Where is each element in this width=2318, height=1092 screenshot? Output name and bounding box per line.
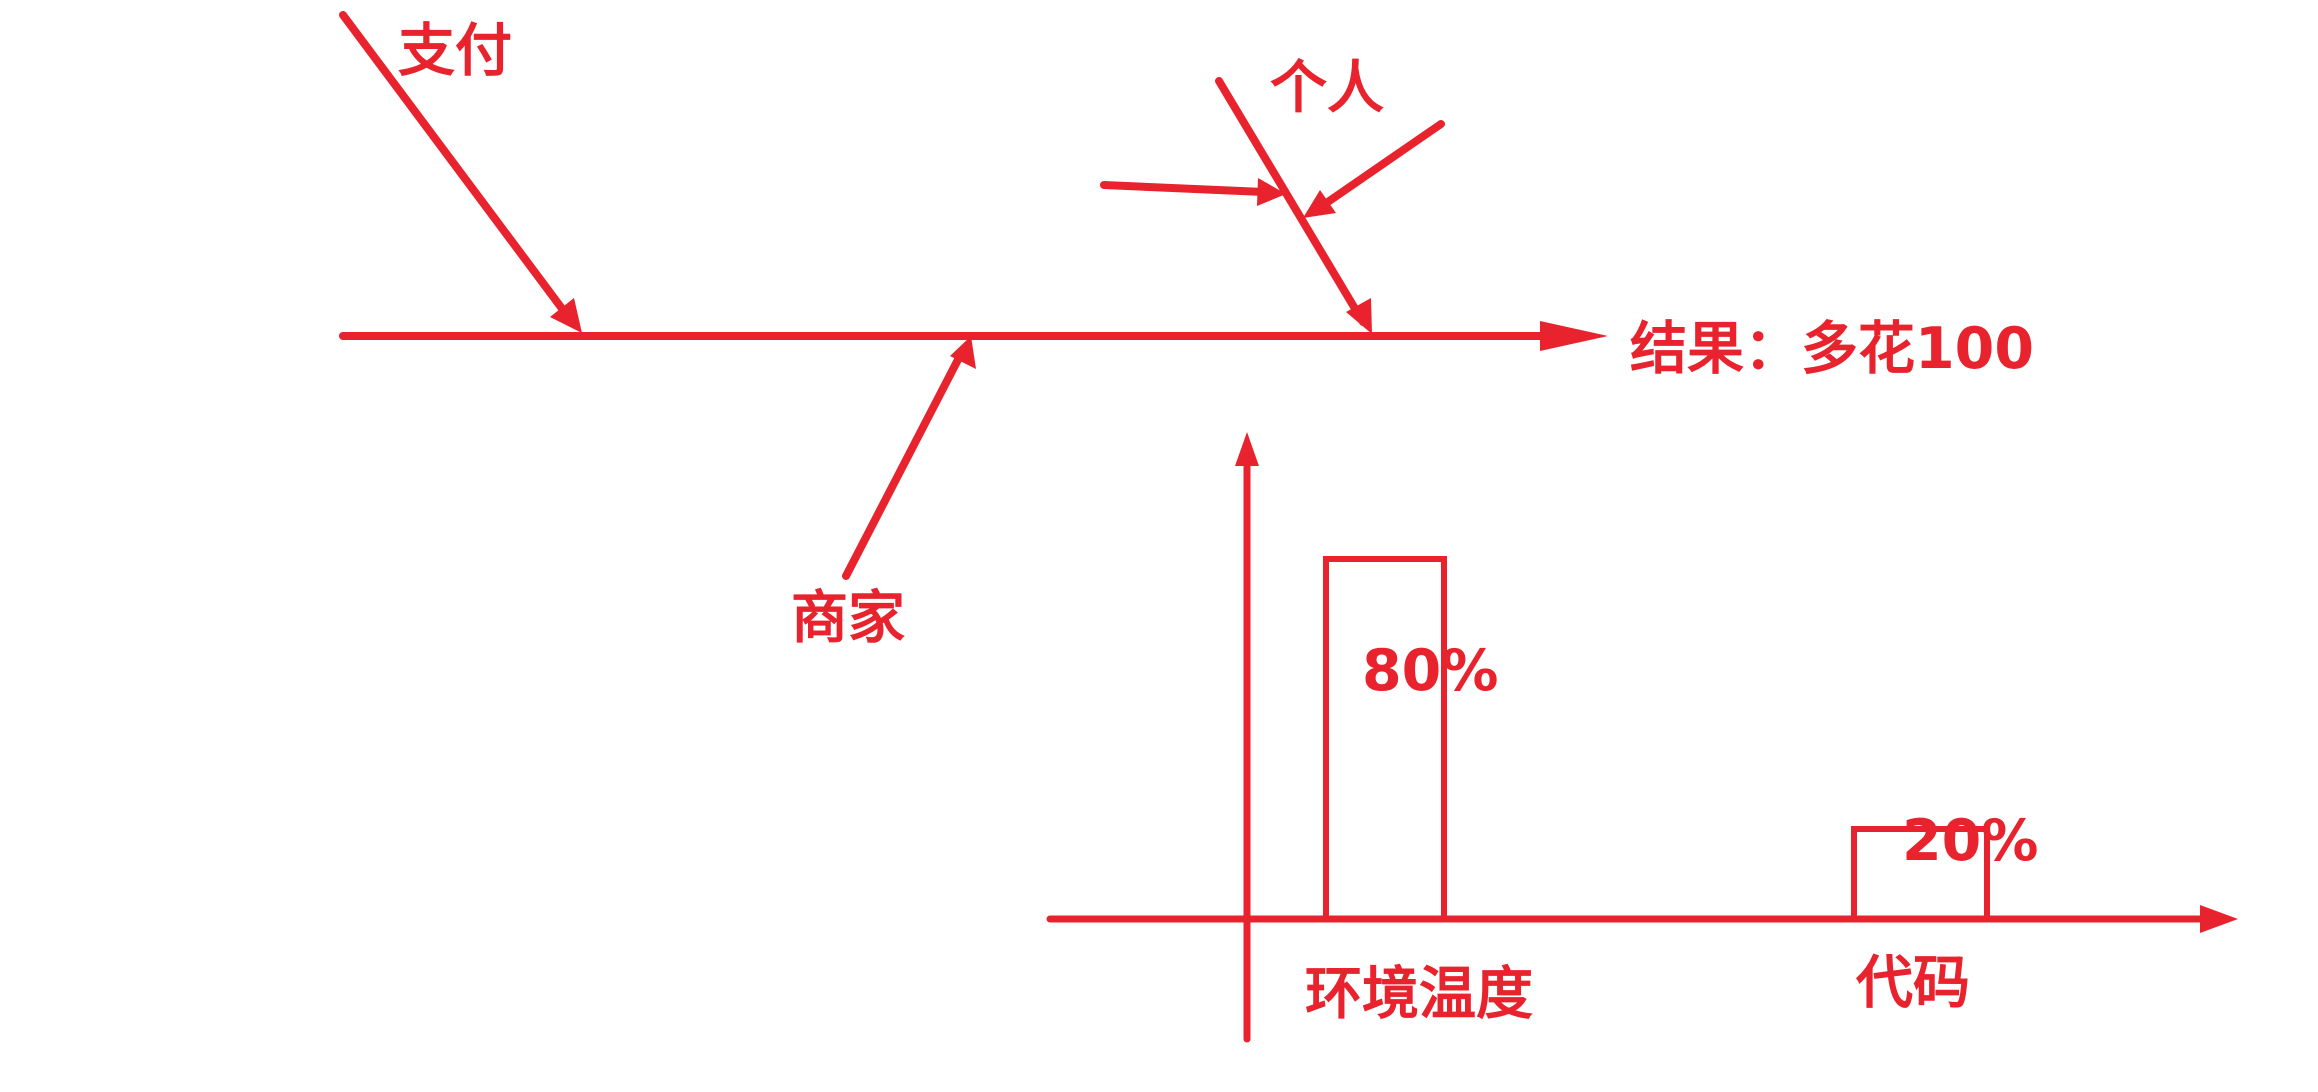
category-label-1: 代码 — [1855, 950, 1970, 1016]
sub-bone-personal-left — [1100, 181, 1268, 196]
bar-chart: 80% 环境温度 20% 代码 — [1046, 432, 2238, 1043]
bar-0 — [1323, 556, 1447, 922]
bar-value-label-0: 80% — [1362, 638, 1498, 704]
fishbone-diagram — [339, 11, 1608, 580]
diagram-canvas: 支付 个人 商家 结果：多花100 80% 环境温度 20% 代码 — [339, 11, 2238, 1043]
cause-label-payment: 支付 — [398, 18, 512, 84]
sub-bone-personal-right — [1318, 120, 1445, 210]
x-axis-arrowhead — [2200, 905, 2238, 933]
spine-arrowhead — [1540, 321, 1608, 351]
result-label: 结果：多花100 — [1630, 316, 2034, 382]
bone-merchant — [842, 346, 967, 580]
cause-label-personal: 个人 — [1270, 55, 1384, 121]
cause-label-merchant: 商家 — [791, 585, 905, 651]
category-label-0: 环境温度 — [1305, 961, 1533, 1027]
bar-value-label-1: 20% — [1902, 808, 2038, 874]
y-axis-arrowhead — [1235, 432, 1259, 466]
bar-series: 80% 环境温度 20% 代码 — [1305, 556, 2038, 1027]
